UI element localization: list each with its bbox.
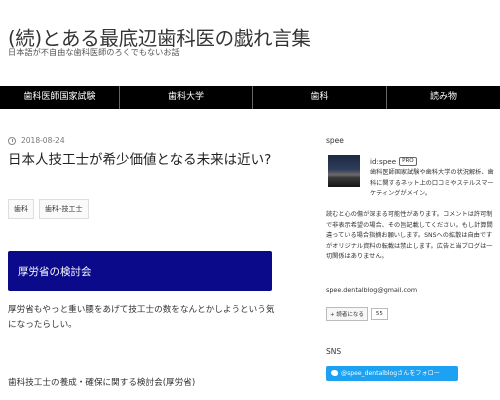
nav-item-dental-university[interactable]: 歯科大学 xyxy=(120,86,253,109)
section-heading: 厚労省の検討会 xyxy=(18,266,92,278)
profile-title: spee xyxy=(326,136,344,145)
profile-description-2: 読むと心の傷が深まる可能性があります。コメントは許可制で非表示希望の場合、その旨… xyxy=(326,211,493,260)
entry-date[interactable]: 2018-08-24 xyxy=(21,136,65,145)
nav-item-national-exam[interactable]: 歯科医師国家試験 xyxy=(0,86,120,109)
twitter-follow-button[interactable]: @spee_dentalblogさんをフォロー xyxy=(326,366,458,381)
reader-row: + 読者になる 55 xyxy=(326,307,388,321)
nav-item-reading[interactable]: 読み物 xyxy=(387,86,500,109)
reader-count[interactable]: 55 xyxy=(370,308,388,320)
nav-item-dentistry[interactable]: 歯科 xyxy=(253,86,387,109)
avatar[interactable] xyxy=(328,155,360,187)
twitter-bird-icon xyxy=(331,370,338,376)
profile-email: spee.dentalblog@gmail.com xyxy=(326,286,418,294)
category-tag[interactable]: 歯科-技工士 xyxy=(39,199,89,219)
profile-description-1: 歯科医師国家試験や歯科大学の状況解析、歯科に関するネット上の口コミやステルスマー… xyxy=(370,169,494,197)
profile-id-link[interactable]: id:spee xyxy=(370,157,396,166)
entry-subheading: 歯科技工士の養成・確保に関する検討会(厚労省) xyxy=(8,378,196,388)
site-description: 日本語が不自由な歯科医師のろくでもないお話 xyxy=(8,47,180,57)
sns-title: SNS xyxy=(326,347,342,356)
site-header: (続)とある最底辺歯科医の戯れ言集 日本語が不自由な歯科医師のろくでもないお話 xyxy=(0,0,500,86)
pro-badge: PRO xyxy=(399,157,417,166)
twitter-follow-label: @spee_dentalblogさんをフォロー xyxy=(341,370,440,377)
profile-id-row: id:spee PRO xyxy=(370,157,417,166)
entry-date-row: 2018-08-24 xyxy=(8,136,65,145)
entry-paragraph: 厚労省もやっと重い腰をあげて技工士の数をなんとかしようという気になったらしい。 xyxy=(8,305,275,330)
section-heading-box: 厚労省の検討会 xyxy=(8,251,272,291)
entry-categories: 歯科 歯科-技工士 xyxy=(8,199,89,219)
entry-title[interactable]: 日本人技工士が希少価値となる未来は近い? xyxy=(8,152,278,169)
global-nav: 歯科医師国家試験 歯科大学 歯科 読み物 xyxy=(0,86,500,109)
clock-icon xyxy=(8,136,16,145)
category-tag[interactable]: 歯科 xyxy=(8,199,34,219)
become-reader-button[interactable]: + 読者になる xyxy=(326,307,368,321)
